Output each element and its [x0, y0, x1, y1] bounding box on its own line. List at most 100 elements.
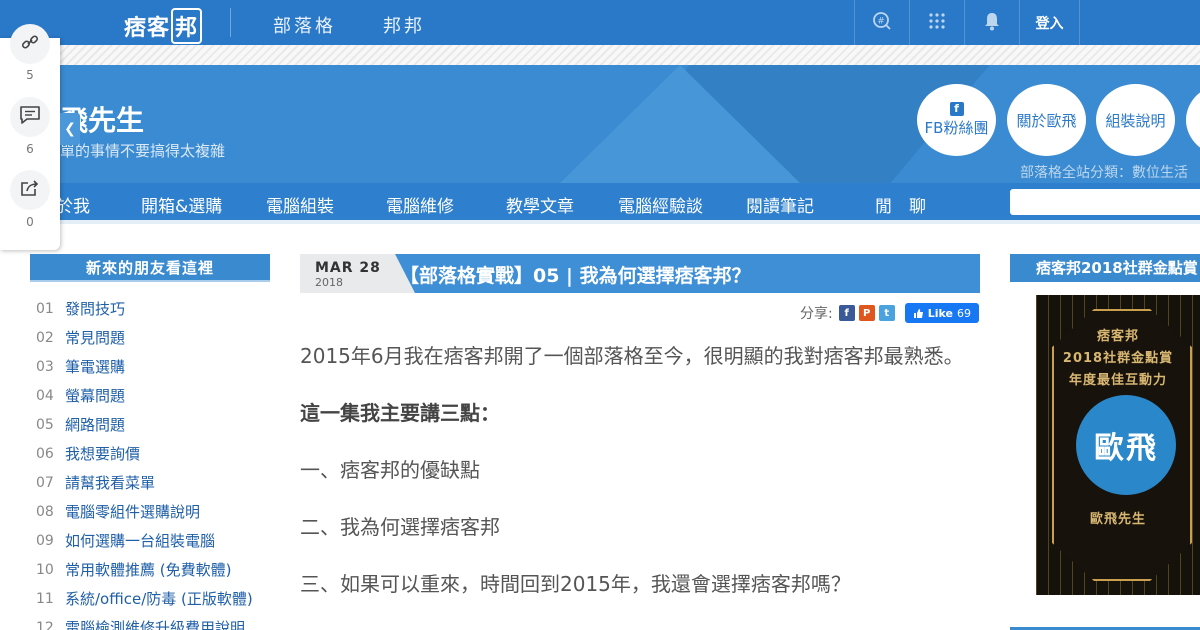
pixnet-logo[interactable]: 痞客邦 — [124, 8, 203, 44]
list-item[interactable]: 08 電腦零組件選購說明 — [30, 497, 270, 526]
item-link[interactable]: 螢幕問題 — [65, 385, 125, 406]
item-link[interactable]: 網路問題 — [65, 414, 125, 435]
comment-button[interactable] — [10, 97, 50, 137]
bell-icon — [983, 11, 1001, 35]
like-label: Like — [927, 306, 953, 320]
item-link[interactable]: 請幫我看菜單 — [65, 472, 155, 493]
award-line2: 2018社群金點賞 — [1062, 351, 1174, 366]
nav-chat[interactable]: 閒 聊 — [875, 192, 926, 217]
blog-category[interactable]: 部落格全站分類：數位生活 — [1020, 162, 1188, 182]
list-item[interactable]: 01 發問技巧 — [30, 294, 270, 323]
item-number: 05 — [36, 416, 54, 433]
article-paragraph: 二、我為何選擇痞客邦 — [300, 515, 500, 539]
link-count: 5 — [26, 68, 34, 82]
item-link[interactable]: 如何選購一台組裝電腦 — [65, 530, 215, 551]
nav-pc-experience[interactable]: 電腦經驗談 — [618, 192, 703, 217]
list-item[interactable]: 04 螢幕問題 — [30, 381, 270, 410]
list-item[interactable]: 06 我想要詢價 — [30, 439, 270, 468]
share-icon — [19, 178, 41, 202]
link-button[interactable] — [10, 24, 50, 64]
list-item[interactable]: 03 筆電選購 — [30, 352, 270, 381]
nav-about[interactable]: 於我 — [56, 192, 90, 217]
link-icon — [21, 33, 39, 55]
date-year: 2018 — [315, 276, 343, 289]
item-link[interactable]: 發問技巧 — [65, 298, 125, 319]
floating-share-panel: 5 6 0 — [0, 24, 60, 250]
hashtag-search-button[interactable]: # — [854, 0, 909, 45]
logo-box-text: 邦 — [171, 8, 203, 44]
plurk-share-icon[interactable]: P — [858, 305, 875, 321]
build-guide-label: 組裝說明 — [1105, 111, 1166, 130]
search-input[interactable] — [1010, 189, 1200, 215]
comment-count: 6 — [26, 142, 34, 156]
item-link[interactable]: 筆電選購 — [65, 356, 125, 377]
fb-fanpage-button[interactable]: f FB粉絲團 — [917, 84, 996, 156]
share-button[interactable] — [10, 170, 50, 210]
collapse-share-button[interactable]: ❮ — [60, 113, 80, 145]
item-number: 12 — [36, 619, 54, 630]
award-line3: 年度最佳互動力 — [1068, 373, 1167, 388]
newcomer-list: 01 發問技巧 02 常見問題 03 筆電選購 04 螢幕問題 05 網路問題 06 我想要… — [30, 294, 270, 630]
list-item[interactable]: 11 系統/office/防毒 (正版軟體) — [30, 584, 270, 613]
nav-unboxing[interactable]: 開箱&選購 — [141, 192, 222, 217]
list-item[interactable]: 02 常見問題 — [30, 323, 270, 352]
award-heading: 痞客邦2018社群金點賞 — [1010, 254, 1200, 282]
comment-icon — [19, 105, 41, 129]
award-badge-image[interactable]: 痞客邦 2018社群金點賞 年度最佳互動力 歐飛 歐飛先生 — [1036, 295, 1200, 595]
item-number: 07 — [36, 474, 54, 491]
list-item[interactable]: 10 常用軟體推薦 (免費軟體) — [30, 555, 270, 584]
article-paragraph: 這一集我主要講三點： — [300, 401, 500, 425]
item-link[interactable]: 我想要詢價 — [65, 443, 140, 464]
facebook-icon: f — [949, 102, 964, 116]
main-nav: 於我 開箱&選購 電腦組裝 電腦維修 教學文章 電腦經驗談 閱讀筆記 閒 聊 — [0, 183, 1200, 220]
thumbs-up-icon — [913, 308, 923, 318]
twitter-share-icon[interactable]: t — [878, 305, 895, 321]
blog-banner: 飛先生 單的事情不要搞得太複雜 f FB粉絲團 關於歐飛 組裝說明 組 部落格全… — [0, 65, 1200, 183]
chevron-left-icon: ❮ — [64, 121, 76, 137]
item-number: 02 — [36, 329, 54, 346]
grid-apps-icon — [929, 12, 945, 33]
article-title[interactable]: 【部落格實戰】05 | 我為何選擇痞客邦？ — [400, 261, 751, 288]
item-link[interactable]: 常見問題 — [65, 327, 125, 348]
article-paragraph: 三、如果可以重來，時間回到2015年，我還會選擇痞客邦嗎？ — [300, 572, 851, 596]
item-link[interactable]: 系統/office/防毒 (正版軟體) — [65, 588, 253, 609]
banner-decoration — [560, 65, 800, 183]
facebook-share-icon[interactable]: f — [838, 305, 855, 321]
share-label: 分享: — [800, 306, 833, 322]
list-item[interactable]: 07 請幫我看菜單 — [30, 468, 270, 497]
item-number: 04 — [36, 387, 54, 404]
nav-reading-notes[interactable]: 閱讀筆記 — [746, 192, 814, 217]
date-badge: MAR 28 2018 — [300, 254, 395, 293]
topnav-blog[interactable]: 部落格 — [273, 12, 336, 38]
share-row: 分享: f P t Like 69 — [800, 303, 979, 323]
item-link[interactable]: 電腦零組件選購說明 — [65, 501, 200, 522]
hashtag-search-icon: # — [872, 11, 892, 35]
apps-button[interactable] — [909, 0, 964, 45]
about-button[interactable]: 關於歐飛 — [1007, 84, 1086, 156]
list-item[interactable]: 09 如何選購一台組裝電腦 — [30, 526, 270, 555]
date-month-day: MAR 28 — [315, 260, 381, 276]
item-number: 08 — [36, 503, 54, 520]
topnav-bangbang[interactable]: 邦邦 — [383, 12, 425, 38]
more-banner-button[interactable]: 組 — [1186, 84, 1200, 156]
nav-tutorials[interactable]: 教學文章 — [506, 192, 574, 217]
item-link[interactable]: 常用軟體推薦 (免費軟體) — [65, 559, 231, 580]
fb-fanpage-label: FB粉絲團 — [924, 119, 989, 137]
nav-pc-build[interactable]: 電腦組裝 — [266, 192, 334, 217]
login-button[interactable]: 登入 — [1019, 0, 1080, 45]
award-circle: 歐飛 — [1076, 395, 1176, 495]
item-link[interactable]: 電腦檢測維修升級費用說明 — [65, 617, 245, 630]
item-number: 06 — [36, 445, 54, 462]
fb-like-button[interactable]: Like 69 — [904, 303, 979, 323]
award-name: 歐飛先生 — [1089, 512, 1146, 527]
build-guide-button[interactable]: 組裝說明 — [1096, 84, 1175, 156]
share-count: 0 — [26, 215, 34, 229]
login-label: 登入 — [1035, 15, 1064, 32]
list-item[interactable]: 12 電腦檢測維修升級費用說明 — [30, 613, 270, 630]
logo-text: 痞客 — [124, 16, 171, 41]
item-number: 01 — [36, 300, 54, 317]
notification-button[interactable] — [964, 0, 1019, 45]
list-item[interactable]: 05 網路問題 — [30, 410, 270, 439]
blog-subtitle: 單的事情不要搞得太複雜 — [60, 142, 226, 160]
nav-pc-repair[interactable]: 電腦維修 — [386, 192, 454, 217]
